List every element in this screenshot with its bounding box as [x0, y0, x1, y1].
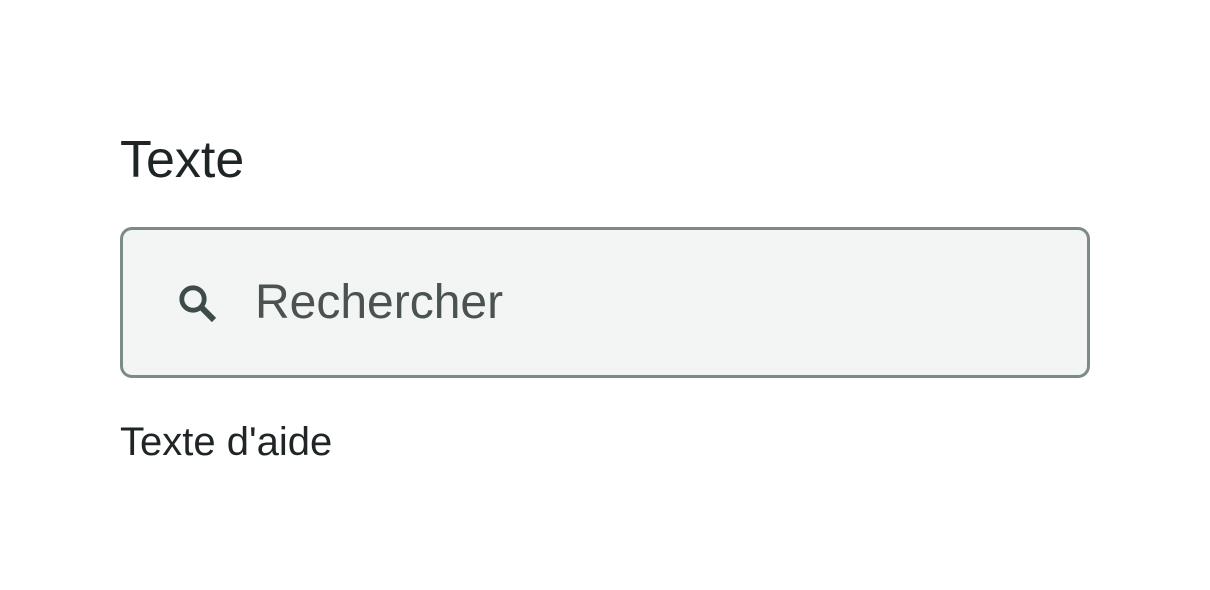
field-label: Texte [120, 131, 245, 189]
search-field: Texte Texte d'aide [120, 128, 1090, 466]
search-icon [173, 279, 221, 327]
search-box[interactable] [120, 227, 1090, 378]
help-text: Texte d'aide [120, 420, 333, 464]
search-input[interactable] [255, 267, 1087, 338]
